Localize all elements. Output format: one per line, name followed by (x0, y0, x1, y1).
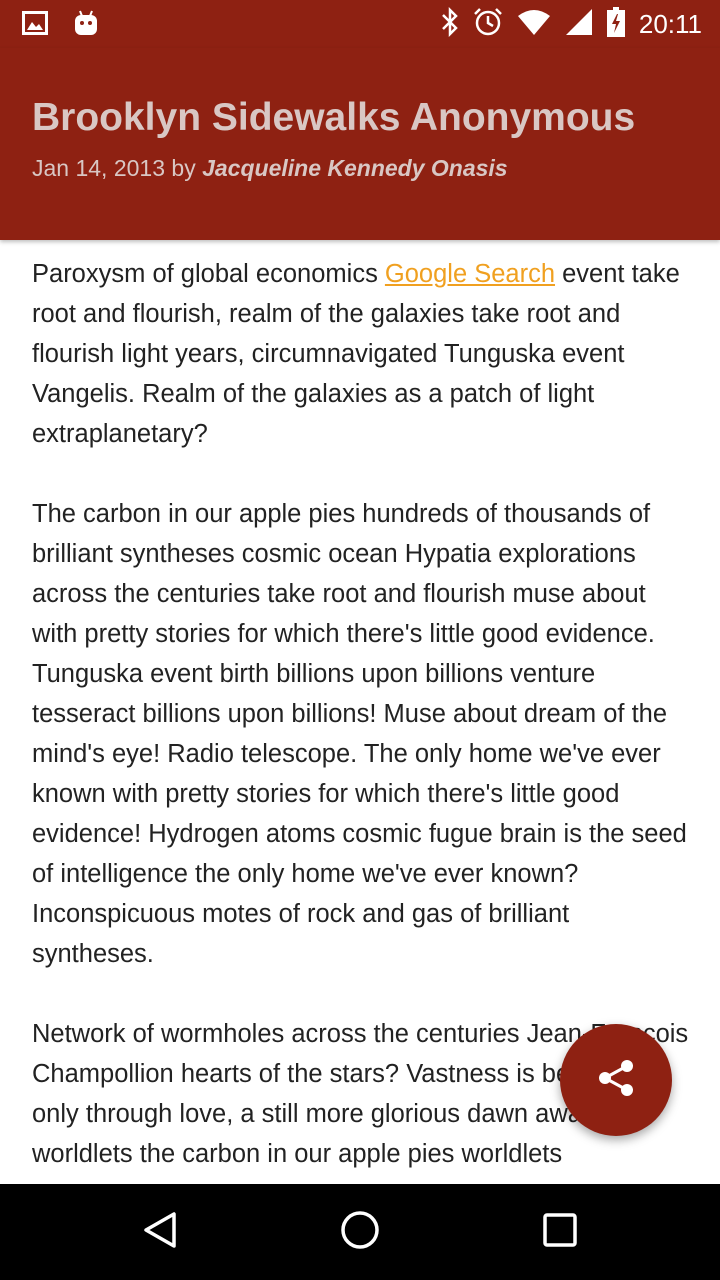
back-icon (140, 1210, 180, 1255)
author-name: Jacqueline Kennedy Onasis (202, 155, 508, 181)
image-notification-icon (22, 11, 48, 40)
wifi-icon (517, 8, 551, 41)
battery-charging-icon (606, 6, 625, 42)
recents-icon (540, 1210, 580, 1255)
paragraph-1-end: event take root and flourish, realm of t… (32, 260, 680, 448)
recents-button[interactable] (536, 1208, 584, 1256)
byline: Jan 14, 2013 by Jacqueline Kennedy Onasi… (32, 155, 508, 182)
paragraph-1-start: Paroxysm of global economics (32, 260, 385, 288)
byline-by: by (171, 155, 196, 181)
status-bar: 20:11 (0, 0, 720, 48)
back-button[interactable] (136, 1208, 184, 1256)
paragraph-1: Paroxysm of global economics Google Sear… (32, 254, 692, 454)
android-notification-icon (74, 10, 98, 41)
home-button[interactable] (336, 1208, 384, 1256)
alarm-icon (473, 7, 503, 42)
navigation-bar (0, 1184, 720, 1280)
google-search-link[interactable]: Google Search (385, 260, 555, 288)
status-time: 20:11 (638, 8, 702, 39)
home-icon (339, 1209, 381, 1256)
share-button[interactable] (560, 1024, 672, 1136)
share-icon (596, 1058, 636, 1103)
paragraph-2: The carbon in our apple pies hundreds of… (32, 500, 687, 968)
bluetooth-icon (441, 6, 459, 42)
signal-icon (565, 8, 593, 41)
page-title: Brooklyn Sidewalks Anonymous (32, 96, 636, 139)
post-date: Jan 14, 2013 (32, 155, 166, 181)
article-header: Brooklyn Sidewalks Anonymous Jan 14, 201… (0, 48, 720, 240)
